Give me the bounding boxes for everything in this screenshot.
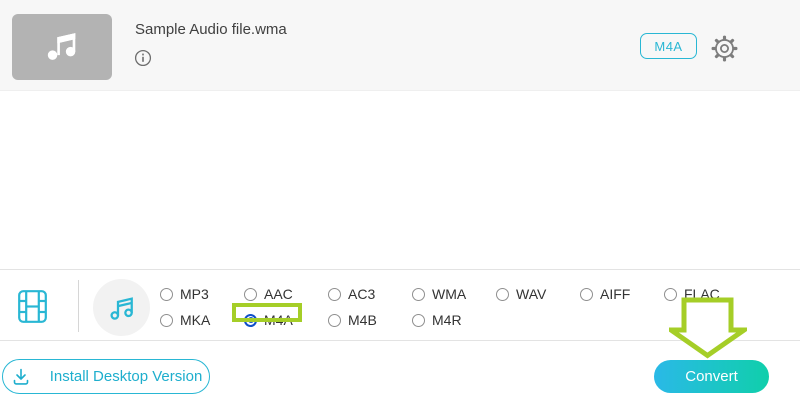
radio-mp3[interactable]	[160, 288, 173, 301]
install-desktop-label: Install Desktop Version	[50, 368, 203, 385]
format-label: M4R	[432, 312, 462, 328]
format-option-wav[interactable]: WAV	[496, 281, 580, 307]
radio-ac3[interactable]	[328, 288, 341, 301]
format-label: MKA	[180, 312, 210, 328]
radio-wma[interactable]	[412, 288, 425, 301]
audio-converter-app: Sample Audio file.wma M4A	[0, 0, 800, 400]
format-option-mka[interactable]: MKA	[160, 307, 244, 333]
convert-button[interactable]: Convert	[654, 360, 769, 393]
music-note-icon	[41, 24, 83, 71]
file-name: Sample Audio file.wma	[135, 21, 287, 38]
radio-m4a[interactable]	[244, 314, 257, 327]
format-option-mp3[interactable]: MP3	[160, 281, 244, 307]
info-icon[interactable]	[134, 49, 152, 67]
format-options: MP3MKAAACM4AAC3M4BWMAM4RWAVAIFFFLAC	[160, 281, 748, 333]
format-option-ac3[interactable]: AC3	[328, 281, 412, 307]
radio-m4r[interactable]	[412, 314, 425, 327]
format-label: WMA	[432, 286, 466, 302]
format-option-m4r[interactable]: M4R	[412, 307, 496, 333]
format-column: WMA M4R	[412, 281, 496, 333]
divider	[78, 280, 79, 332]
install-desktop-button[interactable]: Install Desktop Version	[2, 359, 210, 394]
format-label: WAV	[516, 286, 546, 302]
format-label: AC3	[348, 286, 375, 302]
format-label: M4A	[264, 312, 293, 328]
format-option-wma[interactable]: WMA	[412, 281, 496, 307]
format-column: AIFF	[580, 281, 664, 333]
format-column: AAC M4A	[244, 281, 328, 333]
format-option-aiff[interactable]: AIFF	[580, 281, 664, 307]
output-format-button[interactable]: M4A	[640, 33, 697, 59]
format-option-m4b[interactable]: M4B	[328, 307, 412, 333]
format-label: AIFF	[600, 286, 630, 302]
radio-aac[interactable]	[244, 288, 257, 301]
radio-m4b[interactable]	[328, 314, 341, 327]
film-strip-icon[interactable]	[18, 290, 47, 328]
format-label: M4B	[348, 312, 377, 328]
file-row: Sample Audio file.wma M4A	[0, 0, 800, 91]
gear-icon[interactable]	[711, 35, 738, 62]
radio-wav[interactable]	[496, 288, 509, 301]
file-thumbnail	[12, 14, 112, 80]
format-label: MP3	[180, 286, 209, 302]
music-note-circle-icon[interactable]	[93, 279, 150, 336]
format-option-aac[interactable]: AAC	[244, 281, 328, 307]
format-column: WAV	[496, 281, 580, 333]
radio-aiff[interactable]	[580, 288, 593, 301]
green-down-arrow-icon	[669, 297, 747, 364]
format-label: AAC	[264, 286, 293, 302]
format-column: MP3 MKA	[160, 281, 244, 333]
format-column: AC3 M4B	[328, 281, 412, 333]
download-icon	[10, 367, 32, 387]
format-option-m4a[interactable]: M4A	[244, 307, 328, 333]
radio-mka[interactable]	[160, 314, 173, 327]
